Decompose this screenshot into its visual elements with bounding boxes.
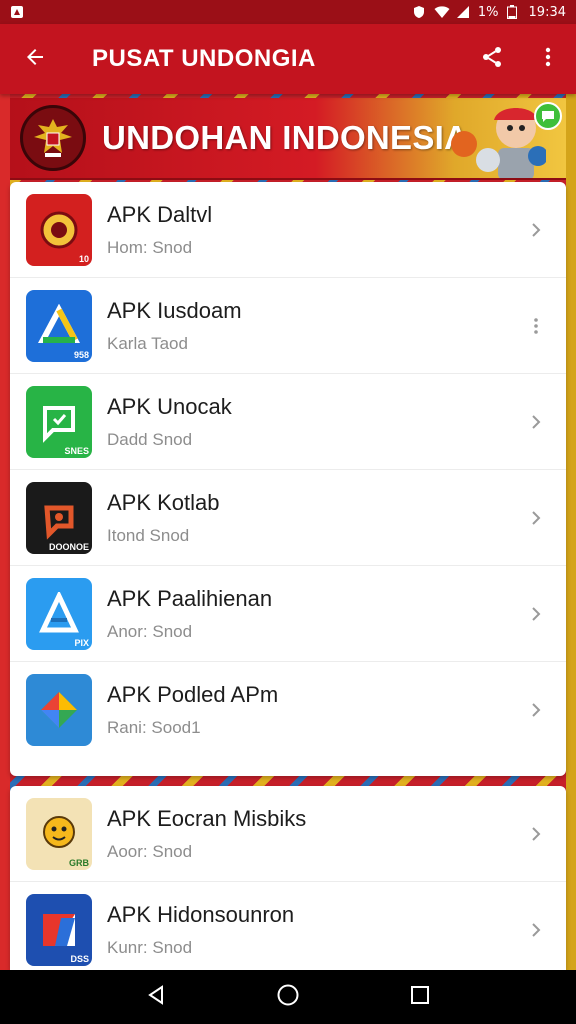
app-icon-tag: 10: [78, 253, 89, 264]
chat-bubble-icon[interactable]: [534, 102, 562, 130]
battery-percent: 1%: [477, 4, 499, 20]
background-edge-left: [0, 94, 10, 970]
wifi-icon: [434, 5, 450, 19]
app-icon: 958: [26, 289, 92, 362]
share-button[interactable]: [464, 24, 520, 94]
more-options-button[interactable]: [520, 24, 576, 94]
list-item-text: APK Daltvl Hom: Snod: [107, 202, 506, 258]
banner-title: UNDOHAN INDONESIA: [102, 119, 469, 156]
garuda-emblem-icon: [20, 105, 86, 171]
background-edge-right: [566, 94, 576, 970]
system-nav-bar: [0, 970, 576, 1024]
list-item-text: APK Hidonsounron Kunr: Snod: [107, 902, 506, 958]
app-icon-tag: GRB: [69, 857, 89, 868]
list-item-title: APK Unocak: [107, 393, 232, 419]
list-item-subtitle: Anor: Snod: [107, 621, 193, 641]
home-circle-icon: [276, 983, 300, 1012]
app-bar: PUSAT UNDONGIA: [0, 24, 576, 94]
chevron-right-icon[interactable]: [506, 182, 566, 278]
app-icon: DSS: [26, 894, 92, 966]
battery-icon: [506, 5, 521, 19]
back-arrow-icon: [23, 45, 47, 74]
list-item-subtitle: Kunr: Snod: [107, 938, 193, 957]
app-icon-tag: SNES: [64, 445, 89, 456]
header-banner: UNDOHAN INDONESIA: [10, 98, 566, 180]
app-icon: 10: [26, 193, 92, 266]
list-item-title: APK Daltvl: [107, 201, 213, 227]
recents-square-icon: [410, 985, 430, 1010]
list-item-text: APK Paalihienan Anor: Snod: [107, 586, 506, 642]
app-icon: DOONOE: [26, 481, 92, 554]
more-vert-icon[interactable]: [506, 278, 566, 374]
app-icon: PIX: [26, 577, 92, 650]
list-item-text: APK Unocak Dadd Snod: [107, 394, 506, 450]
app-icon-tag: DSS: [70, 954, 89, 964]
share-icon: [480, 45, 504, 74]
nav-home-button[interactable]: [258, 970, 318, 1024]
chevron-right-icon[interactable]: [506, 374, 566, 470]
app-icon: [26, 674, 92, 746]
app-icon-tag: 958: [73, 349, 89, 360]
list-item-subtitle: Karla Taod: [107, 333, 188, 353]
list-item[interactable]: SNES APK Unocak Dadd Snod: [10, 374, 566, 470]
app-list-card-secondary: GRB APK Eocran Misbiks Aoor: Snod DSS APK Hi…: [10, 786, 566, 970]
list-item-subtitle: Itond Snod: [107, 525, 190, 545]
app-icon-tag: PIX: [74, 637, 89, 648]
mascot-illustration-icon: [446, 98, 548, 178]
chevron-right-icon[interactable]: [506, 882, 566, 970]
chevron-right-icon[interactable]: [506, 566, 566, 662]
app-icon: GRB: [26, 797, 92, 870]
nav-recents-button[interactable]: [390, 970, 450, 1024]
list-item-subtitle: Rani: Sood1: [107, 718, 201, 737]
shield-icon: [412, 5, 426, 19]
more-vert-icon: [536, 45, 560, 74]
list-item-subtitle: Dadd Snod: [107, 429, 193, 449]
list-item[interactable]: DSS APK Hidonsounron Kunr: Snod: [10, 882, 566, 970]
signal-icon: [456, 5, 470, 19]
app-icon: SNES: [26, 385, 92, 458]
list-item-text: APK Iusdoam Karla Taod: [107, 298, 506, 354]
list-item[interactable]: 958 APK Iusdoam Karla Taod: [10, 278, 566, 374]
list-item-title: APK Eocran Misbiks: [107, 805, 307, 831]
list-item[interactable]: APK Podled APm Rani: Sood1: [10, 662, 566, 758]
clock: 19:34: [528, 4, 566, 20]
back-triangle-icon: [145, 984, 167, 1011]
page-title: PUSAT UNDONGIA: [92, 45, 316, 72]
list-item-title: APK Hidonsounron: [107, 902, 295, 927]
list-item-title: APK Podled APm: [107, 682, 279, 707]
chevron-right-icon[interactable]: [506, 786, 566, 882]
app-list-card: 10 APK Daltvl Hom: Snod 958 APK Iusdoam Karla…: [10, 182, 566, 776]
back-button[interactable]: [0, 24, 70, 94]
status-bar: 1% 19:34: [0, 0, 576, 24]
list-item[interactable]: DOONOE APK Kotlab Itond Snod: [10, 470, 566, 566]
list-item-title: APK Iusdoam: [107, 297, 242, 323]
notification-icon: [10, 5, 24, 19]
list-item[interactable]: PIX APK Paalihienan Anor: Snod: [10, 566, 566, 662]
list-item-text: APK Podled APm Rani: Sood1: [107, 682, 506, 738]
list-item-text: APK Eocran Misbiks Aoor: Snod: [107, 806, 506, 862]
list-item[interactable]: GRB APK Eocran Misbiks Aoor: Snod: [10, 786, 566, 882]
list-item-subtitle: Hom: Snod: [107, 237, 193, 257]
app-icon-tag: DOONOE: [48, 541, 89, 552]
chevron-right-icon[interactable]: [506, 662, 566, 758]
list-item-title: APK Paalihienan: [107, 585, 273, 611]
list-item-text: APK Kotlab Itond Snod: [107, 490, 506, 546]
list-item-subtitle: Aoor: Snod: [107, 841, 193, 861]
list-item-title: APK Kotlab: [107, 489, 220, 515]
chevron-right-icon[interactable]: [506, 470, 566, 566]
nav-back-button[interactable]: [126, 970, 186, 1024]
list-item[interactable]: 10 APK Daltvl Hom: Snod: [10, 182, 566, 278]
